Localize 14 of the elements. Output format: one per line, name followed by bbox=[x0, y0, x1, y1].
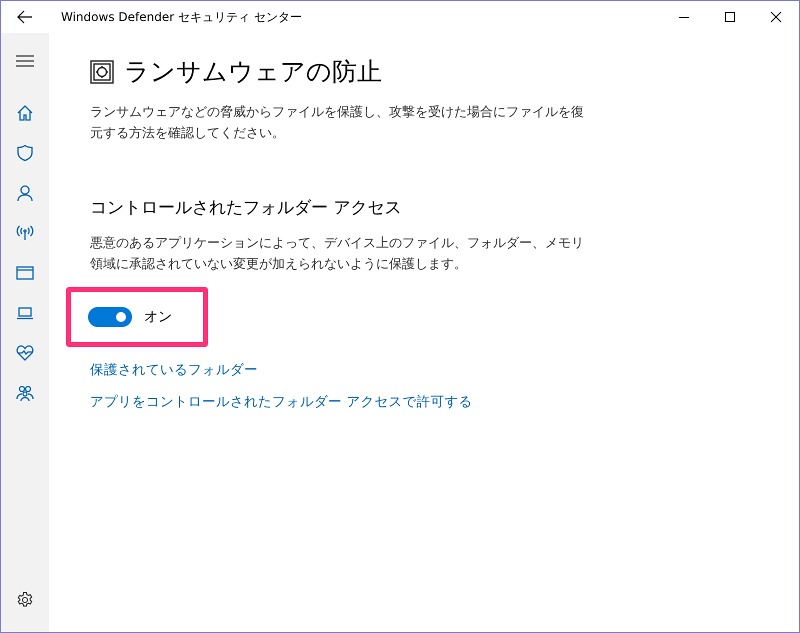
section-title: コントロールされたフォルダー アクセス bbox=[90, 197, 402, 219]
toggle-label: オン bbox=[144, 308, 172, 326]
safe-icon bbox=[90, 60, 114, 84]
toggle-switch[interactable] bbox=[88, 307, 132, 327]
page-title: ランサムウェアの防止 bbox=[124, 56, 382, 88]
menu-icon[interactable] bbox=[16, 55, 34, 67]
close-icon[interactable] bbox=[770, 11, 782, 23]
maximize-icon[interactable] bbox=[724, 11, 736, 23]
window-title: Windows Defender セキュリティ センター bbox=[61, 8, 302, 26]
section-description: 悪意のあるアプリケーションによって、デバイス上のファイル、フォルダー、メモリ領域に承認されていない変更が加えられないように保護します。 bbox=[90, 235, 585, 274]
back-arrow-icon[interactable] bbox=[17, 10, 33, 24]
page-description: ランサムウェアなどの脅威からファイルを保護し、攻撃を受けた場合にファイルを復元する方法を確認してください。 bbox=[90, 104, 585, 143]
link[interactable]: 保護されているフォルダー bbox=[90, 361, 258, 379]
link[interactable]: アプリをコントロールされたフォルダー アクセスで許可する bbox=[90, 393, 472, 411]
